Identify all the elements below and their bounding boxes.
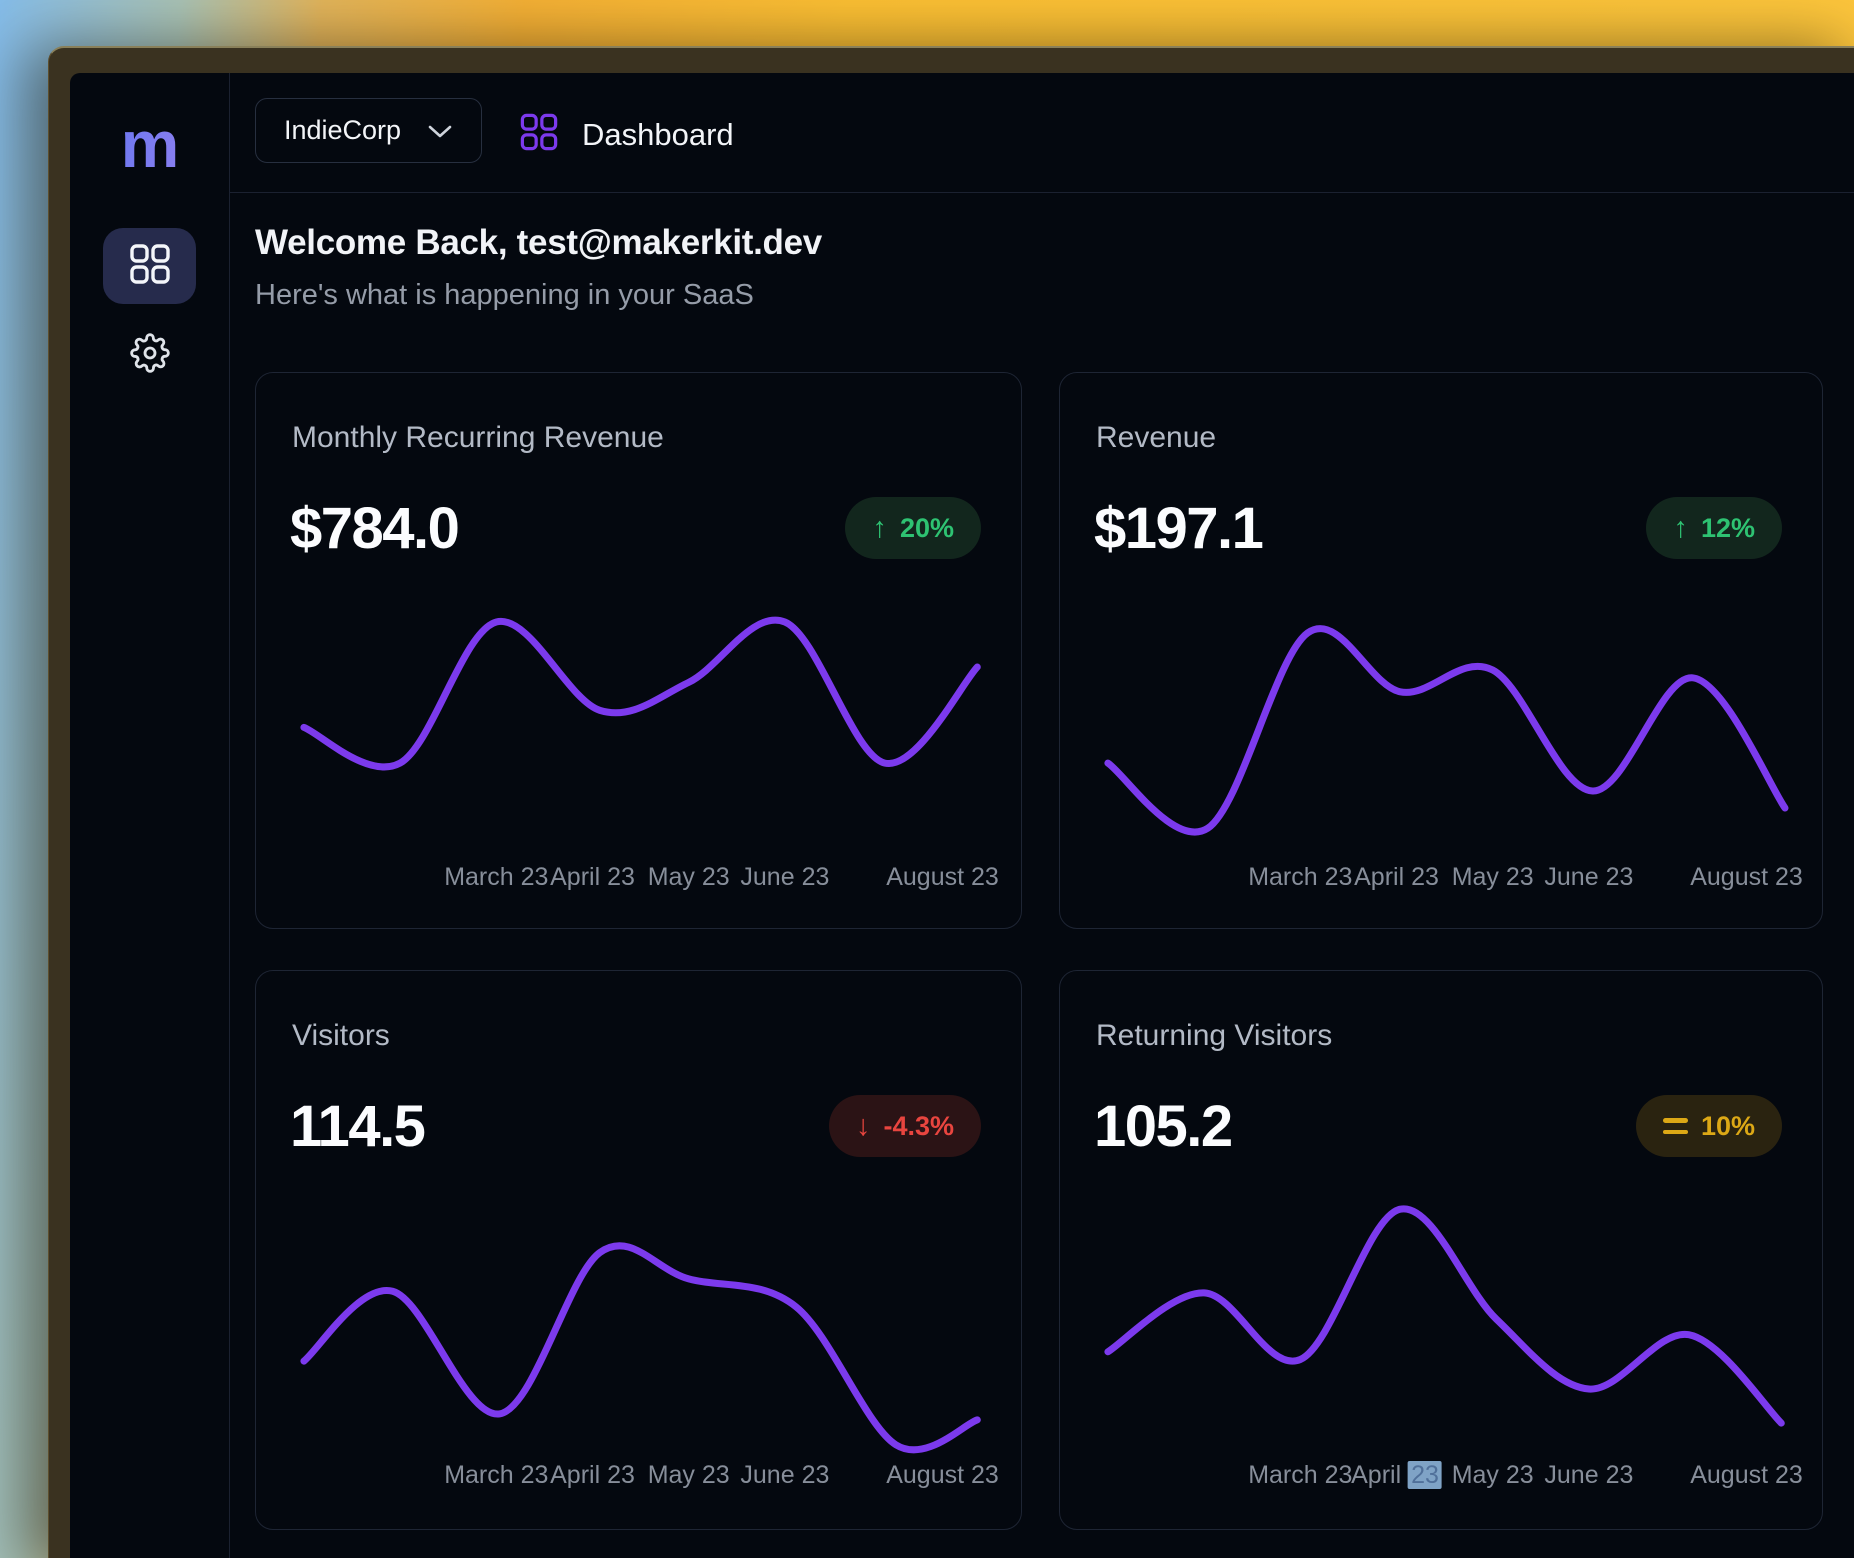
breadcrumb-label: Dashboard [582,117,734,153]
makerkit-logo[interactable]: m [70,111,230,177]
x-axis-label: March 23 [1248,863,1352,892]
trend-badge: ↑ ↓ 12% [1646,497,1782,559]
x-axis-label: April 23 [1354,863,1439,892]
equals-icon [1663,1118,1688,1134]
breadcrumb-dashboard[interactable]: Dashboard [520,113,734,156]
dashboard-app: m [70,73,1854,1558]
x-axis-label: March 23 [1248,1461,1352,1490]
badge-label: -4.3% [883,1111,954,1142]
x-axis-label: August 23 [1690,863,1803,892]
card-title: Returning Visitors [1096,1019,1332,1053]
badge-label: 12% [1701,513,1755,544]
x-axis-label: May 23 [648,863,730,892]
card-value: 114.5 [290,1093,424,1160]
arrow-down-icon: ↓ [856,1112,871,1141]
x-axis-label: June 23 [1544,863,1633,892]
team-selector-label: IndieCorp [284,115,401,146]
x-axis-label: August 23 [1690,1461,1803,1490]
x-axis-label: March 23 [444,1461,548,1490]
card-value: 105.2 [1094,1093,1232,1160]
topbar: IndieCorp [230,73,1854,193]
chevron-down-icon [427,115,453,146]
x-axis-label: May 23 [1452,863,1534,892]
selected-text: 23 [1408,1461,1442,1489]
sidebar-item-dashboard[interactable] [103,228,196,304]
x-axis-labels: March 23 April 23 May 23 June 23 August … [278,1461,1018,1495]
page-title: Welcome Back, test@makerkit.dev [255,223,822,263]
x-axis-labels: March 23 April 23 May 23 June 23 August … [278,863,1018,897]
card-value: $197.1 [1094,495,1262,562]
x-axis-label: May 23 [1452,1461,1534,1490]
x-axis-label: May 23 [648,1461,730,1490]
x-axis-label: August 23 [886,863,999,892]
team-selector-button[interactable]: IndieCorp [255,98,482,163]
card-value: $784.0 [290,495,458,562]
arrow-up-icon: ↑ [1673,514,1688,543]
page-subtitle: Here's what is happening in your SaaS [255,279,754,312]
x-axis-labels: March 23 April 23 May 23 June 23 August … [1082,1461,1822,1495]
trend-badge: ↑ ↓ -4.3% [829,1095,981,1157]
card-returning-visitors: Returning Visitors 105.2 ↑ ↓ 10% March 2… [1059,970,1823,1530]
x-axis-label: April 23 [550,863,635,892]
trend-badge: ↑ ↓ 20% [845,497,981,559]
x-axis-label: June 23 [740,1461,829,1490]
card-title: Revenue [1096,421,1216,455]
x-axis-labels: March 23 April 23 May 23 June 23 August … [1082,863,1822,897]
card-monthly-recurring-revenue: Monthly Recurring Revenue $784.0 ↑ ↓ 20%… [255,372,1022,929]
sidebar: m [70,73,230,1558]
card-title: Monthly Recurring Revenue [292,421,664,455]
grid-icon [129,244,171,289]
x-axis-label: April 23 [550,1461,635,1490]
line-chart [1082,591,1822,901]
badge-label: 10% [1701,1111,1755,1142]
badge-label: 20% [900,513,954,544]
sidebar-item-settings[interactable] [130,335,170,375]
x-axis-label: March 23 [444,863,548,892]
x-axis-label: June 23 [740,863,829,892]
grid-icon [520,113,558,156]
app-window: m [48,46,1854,1558]
x-axis-label: August 23 [886,1461,999,1490]
card-visitors: Visitors 114.5 ↑ ↓ -4.3% March 23 April … [255,970,1022,1530]
card-revenue: Revenue $197.1 ↑ ↓ 12% March 23 April 23… [1059,372,1823,929]
card-title: Visitors [292,1019,390,1053]
line-chart [1082,1189,1822,1499]
line-chart [278,1189,1018,1499]
trend-badge: ↑ ↓ 10% [1636,1095,1782,1157]
gear-icon [130,333,170,378]
main-area: IndieCorp [230,73,1854,1558]
arrow-up-icon: ↑ [872,514,887,543]
x-axis-label-prefix: April [1351,1461,1408,1489]
x-axis-label-selected: April 23 [1351,1461,1442,1490]
line-chart [278,591,1018,901]
x-axis-label: June 23 [1544,1461,1633,1490]
